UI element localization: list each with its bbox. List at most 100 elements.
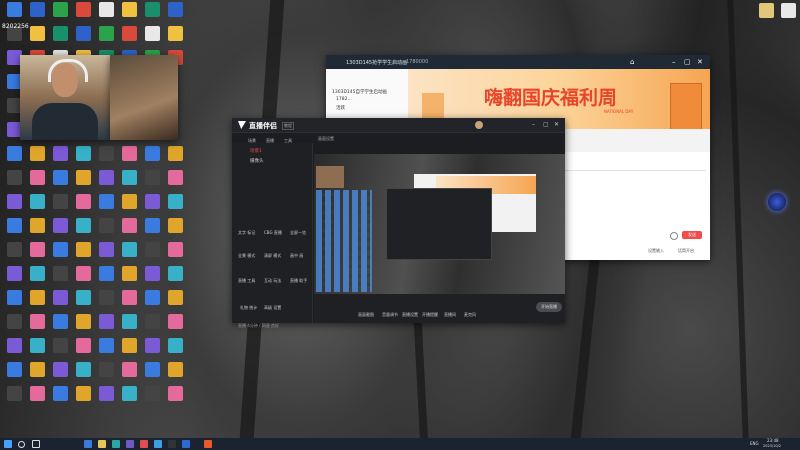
- tree-item[interactable]: 1303D145自学学生启动画: [332, 89, 387, 95]
- desktop-icon[interactable]: [73, 314, 93, 340]
- desktop-icon[interactable]: [73, 170, 93, 196]
- desktop-icon[interactable]: [165, 218, 185, 244]
- desktop-icon[interactable]: [165, 314, 185, 340]
- desktop-icon[interactable]: [50, 218, 70, 244]
- tree-item[interactable]: 1782...: [336, 97, 352, 102]
- emoji-icon[interactable]: [670, 232, 678, 240]
- desktop-icon[interactable]: [96, 362, 116, 388]
- clock-date[interactable]: 2023/10/2: [763, 444, 781, 448]
- desktop-icon[interactable]: [165, 290, 185, 316]
- desktop-icon[interactable]: [50, 26, 70, 52]
- desktop-icon[interactable]: [96, 218, 116, 244]
- desktop-icon[interactable]: [142, 290, 162, 316]
- desktop-icon[interactable]: [142, 386, 162, 412]
- desktop-icon[interactable]: [27, 218, 47, 244]
- desktop-icon[interactable]: [27, 242, 47, 268]
- desktop-icon[interactable]: [142, 314, 162, 340]
- desktop-icon[interactable]: [119, 194, 139, 220]
- maximize-button[interactable]: ▢: [684, 58, 692, 66]
- desktop-icon[interactable]: [96, 194, 116, 220]
- desktop-icon[interactable]: [119, 218, 139, 244]
- desktop-icon[interactable]: [73, 386, 93, 412]
- tool-label[interactable]: 文字 标记: [238, 230, 255, 236]
- desktop-icon[interactable]: [119, 146, 139, 172]
- preview-canvas[interactable]: [314, 154, 565, 294]
- maximize-button[interactable]: ▢: [543, 121, 549, 128]
- bottom-tool[interactable]: 直播设置: [402, 312, 418, 318]
- desktop-icon[interactable]: [96, 2, 116, 28]
- send-button[interactable]: 发送: [682, 231, 702, 239]
- desktop-icon[interactable]: [50, 170, 70, 196]
- desktop-icon[interactable]: [4, 242, 24, 268]
- desktop-icon[interactable]: [73, 218, 93, 244]
- language-indicator[interactable]: ENG: [750, 441, 759, 446]
- desktop-icon[interactable]: [27, 194, 47, 220]
- tool-label[interactable]: 全屏一览: [290, 230, 306, 236]
- desktop-icon[interactable]: [73, 338, 93, 364]
- desktop-icon-right-2[interactable]: [778, 3, 798, 29]
- desktop-icon[interactable]: [73, 146, 93, 172]
- scene-label[interactable]: 场景1: [250, 148, 262, 154]
- desktop-icon[interactable]: [4, 266, 24, 292]
- gift-stats[interactable]: 礼物 统计: [240, 305, 257, 311]
- bottom-tool[interactable]: 音量调节: [382, 312, 398, 318]
- desktop-icon[interactable]: [142, 362, 162, 388]
- desktop-icon[interactable]: [27, 170, 47, 196]
- desktop-icon[interactable]: [119, 242, 139, 268]
- desktop-icon[interactable]: [73, 26, 93, 52]
- desktop-icon[interactable]: [142, 242, 162, 268]
- tool-label[interactable]: 直播 助手: [290, 278, 307, 284]
- desktop-icon[interactable]: [4, 194, 24, 220]
- desktop-icon[interactable]: [165, 242, 185, 268]
- tool-label[interactable]: 互动 玩法: [264, 278, 281, 284]
- desktop-icon[interactable]: [119, 2, 139, 28]
- desktop-icon[interactable]: [142, 338, 162, 364]
- desktop-icon[interactable]: [142, 194, 162, 220]
- desktop-icon[interactable]: [50, 338, 70, 364]
- desktop-icon[interactable]: [165, 2, 185, 28]
- desktop-icon[interactable]: [4, 290, 24, 316]
- desktop-icon[interactable]: [165, 26, 185, 52]
- desktop-icon[interactable]: [142, 266, 162, 292]
- desktop-icon[interactable]: [27, 386, 47, 412]
- desktop-icon[interactable]: [96, 314, 116, 340]
- taskbar-app-icon[interactable]: [204, 440, 212, 448]
- desktop-icon[interactable]: [50, 242, 70, 268]
- taskbar-app-icon[interactable]: [112, 440, 120, 448]
- desktop-icon[interactable]: [142, 146, 162, 172]
- desktop-icon[interactable]: [73, 362, 93, 388]
- desktop-icon[interactable]: [96, 242, 116, 268]
- desktop-icon[interactable]: [73, 2, 93, 28]
- chat-bottom-right[interactable]: 话筒开启: [678, 248, 694, 254]
- desktop-icon[interactable]: [27, 338, 47, 364]
- close-button[interactable]: ✕: [554, 121, 559, 128]
- desktop-icon[interactable]: [96, 290, 116, 316]
- floating-assistant-icon[interactable]: [768, 193, 786, 211]
- desktop-icon[interactable]: [119, 362, 139, 388]
- start-icon[interactable]: [4, 440, 12, 448]
- taskbar-app-icon[interactable]: [168, 440, 176, 448]
- desktop-icon[interactable]: [96, 146, 116, 172]
- desktop-icon[interactable]: [73, 194, 93, 220]
- tool-label[interactable]: CBG 直播: [264, 230, 282, 236]
- desktop-icon-right-1[interactable]: [756, 3, 776, 29]
- desktop-icon[interactable]: [119, 266, 139, 292]
- desktop-icon[interactable]: [119, 170, 139, 196]
- desktop-icon[interactable]: [4, 218, 24, 244]
- bottom-tool[interactable]: 直播间: [444, 312, 456, 318]
- advanced-settings[interactable]: 高级 设置: [264, 305, 281, 311]
- tool-label[interactable]: 直播 工具: [238, 278, 255, 284]
- desktop-icon[interactable]: [165, 146, 185, 172]
- desktop-icon[interactable]: [96, 338, 116, 364]
- desktop-icon[interactable]: [27, 290, 47, 316]
- browser-tab-title[interactable]: 1303D145抢学学生启动画: [346, 59, 407, 66]
- desktop-icon[interactable]: [50, 146, 70, 172]
- start-live-button[interactable]: 开始直播: [536, 302, 562, 312]
- bottom-tool[interactable]: 开播提醒: [422, 312, 438, 318]
- desktop-icon[interactable]: [119, 338, 139, 364]
- desktop-icon[interactable]: [96, 386, 116, 412]
- desktop-icon[interactable]: [50, 386, 70, 412]
- minimize-button[interactable]: –: [532, 121, 535, 128]
- source-item[interactable]: 摄像头: [250, 158, 264, 164]
- desktop-icon[interactable]: [96, 26, 116, 52]
